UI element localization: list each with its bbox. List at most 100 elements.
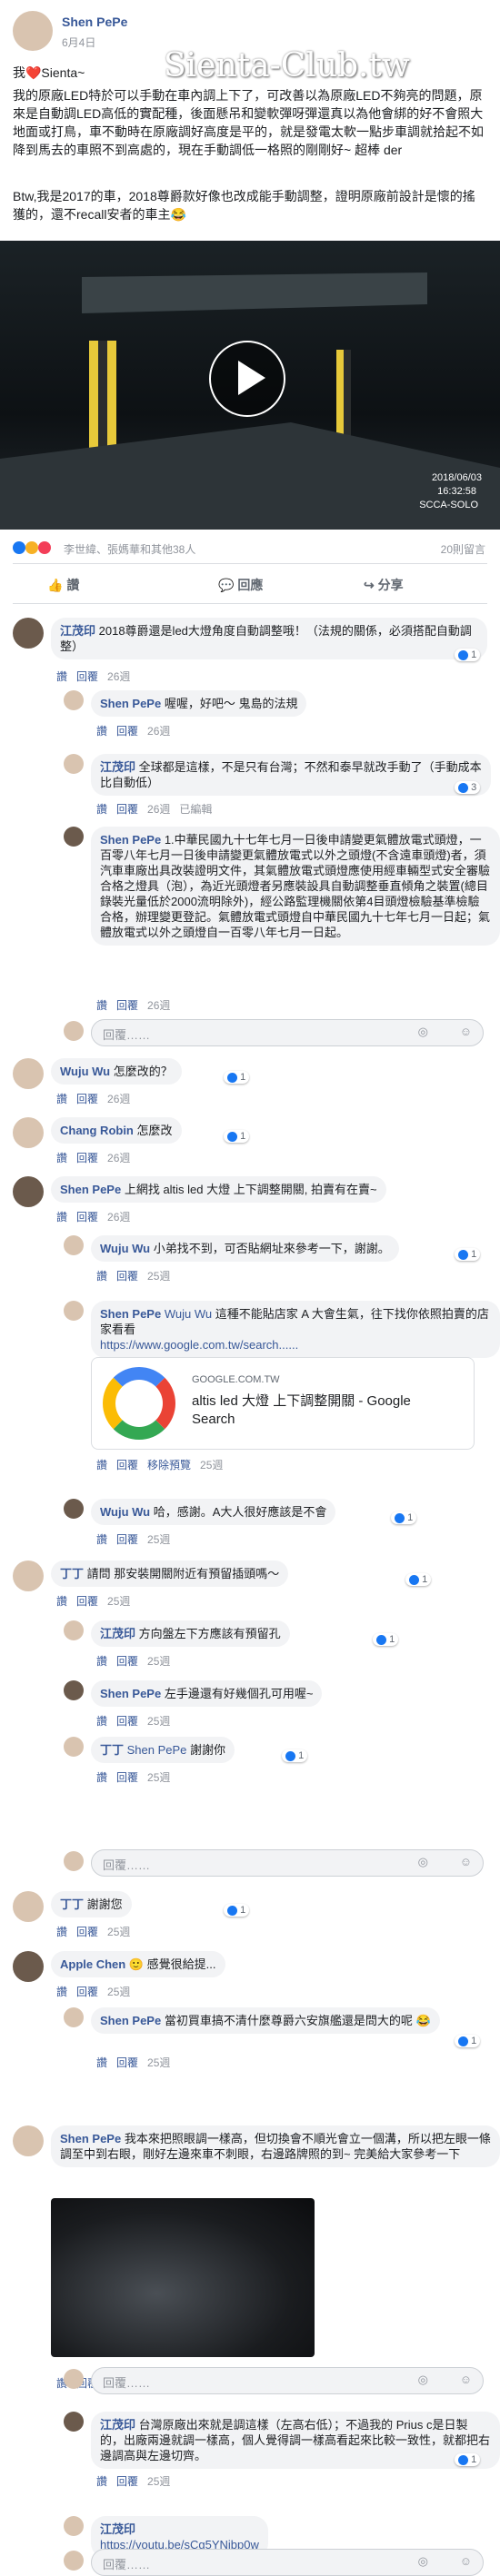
commenter-avatar[interactable] bbox=[13, 1951, 44, 1982]
comment-action-1[interactable]: 回覆 bbox=[116, 725, 138, 738]
comment-action-1[interactable]: 回覆 bbox=[76, 1093, 98, 1105]
comment-like-badge[interactable]: 1 bbox=[455, 2035, 481, 2047]
camera-icon[interactable]: ◎ bbox=[418, 2373, 428, 2387]
comment-button[interactable]: 💬 回應 bbox=[218, 576, 263, 594]
comment-action-0[interactable]: 讚 bbox=[96, 2475, 107, 2488]
comment-author[interactable]: Apple Chen bbox=[60, 1957, 125, 1971]
reply-input[interactable]: 回覆…… ◎ ☺ bbox=[91, 2367, 484, 2394]
comment-author[interactable]: Wuju Wu bbox=[60, 1065, 110, 1078]
comment-action-1[interactable]: 回覆 bbox=[116, 1655, 138, 1668]
comment-time[interactable]: 25週 bbox=[147, 1270, 170, 1283]
commenter-avatar[interactable] bbox=[13, 1891, 44, 1922]
comment-author[interactable]: Shen PePe bbox=[60, 2132, 121, 2145]
comment-action-1[interactable]: 回覆 bbox=[116, 1771, 138, 1784]
comment-like-badge[interactable]: 1 bbox=[224, 1071, 250, 1084]
comment-action-1[interactable]: 回覆 bbox=[76, 670, 98, 683]
comment-author[interactable]: Wuju Wu bbox=[100, 1242, 150, 1255]
commenter-avatar[interactable] bbox=[13, 2125, 44, 2156]
comment-mention[interactable]: Shen PePe bbox=[127, 1743, 187, 1757]
comment-action-1[interactable]: 回覆 bbox=[76, 1595, 98, 1608]
comment-action-0[interactable]: 讚 bbox=[96, 725, 107, 738]
comment-action-0[interactable]: 讚 bbox=[96, 1655, 107, 1668]
comment-like-badge[interactable]: 1 bbox=[455, 649, 481, 661]
comment-author[interactable]: 江茂印 bbox=[100, 2418, 135, 2432]
comment-author[interactable]: Shen PePe bbox=[100, 1307, 161, 1321]
comment-like-badge[interactable]: 1 bbox=[391, 1511, 417, 1524]
comment-action-1[interactable]: 回覆 bbox=[116, 999, 138, 1012]
comment-author[interactable]: 丁丁 bbox=[60, 1897, 84, 1911]
comment-action-0[interactable]: 讚 bbox=[56, 1211, 67, 1224]
comment-time[interactable]: 25週 bbox=[147, 1715, 170, 1728]
comment-action-0[interactable]: 讚 bbox=[96, 1270, 107, 1283]
reply-input[interactable]: 回覆…… ◎ ☺ bbox=[91, 1019, 484, 1046]
comment-time[interactable]: 25週 bbox=[147, 1533, 170, 1546]
commenter-avatar[interactable] bbox=[13, 1058, 44, 1089]
comment-action-1[interactable]: 回覆 bbox=[116, 1715, 138, 1728]
comment-link[interactable]: https://www.google.com.tw/search...... bbox=[100, 1338, 298, 1352]
link-preview-card[interactable]: GOOGLE.COM.TW altis led 大燈 上下調整開關 - Goog… bbox=[91, 1357, 475, 1450]
comment-like-badge[interactable]: 3 bbox=[455, 781, 481, 794]
commenter-avatar[interactable] bbox=[64, 690, 84, 710]
comment-time[interactable]: 25週 bbox=[107, 1986, 130, 1998]
comment-like-badge[interactable]: 1 bbox=[455, 2453, 481, 2466]
comment-like-badge[interactable]: 1 bbox=[455, 1248, 481, 1261]
camera-icon[interactable]: ◎ bbox=[418, 1025, 428, 1039]
comment-author[interactable]: Shen PePe bbox=[60, 1183, 121, 1196]
comment-author[interactable]: Shen PePe bbox=[100, 697, 161, 710]
comment-action-0[interactable]: 讚 bbox=[96, 1771, 107, 1784]
comment-action-0[interactable]: 讚 bbox=[96, 1715, 107, 1728]
sticker-icon[interactable]: ☺ bbox=[460, 2554, 472, 2568]
commenter-avatar[interactable] bbox=[64, 1680, 84, 1700]
comment-like-badge[interactable]: 1 bbox=[224, 1904, 250, 1917]
comment-action-1[interactable]: 回覆 bbox=[76, 1986, 98, 1998]
commenter-avatar[interactable] bbox=[13, 1560, 44, 1591]
commenter-avatar[interactable] bbox=[64, 827, 84, 847]
share-button[interactable]: ↪ 分享 bbox=[364, 576, 404, 594]
sticker-icon[interactable]: ☺ bbox=[460, 2373, 472, 2386]
commenter-avatar[interactable] bbox=[64, 1737, 84, 1757]
comment-action-1[interactable]: 回覆 bbox=[116, 2475, 138, 2488]
comment-time[interactable]: 25週 bbox=[107, 1926, 130, 1938]
comment-author[interactable]: Chang Robin bbox=[60, 1124, 134, 1137]
comment-action-1[interactable]: 回覆 bbox=[116, 803, 138, 816]
comment-like-badge[interactable]: 1 bbox=[282, 1749, 308, 1762]
commenter-avatar[interactable] bbox=[64, 1301, 84, 1321]
comment-time[interactable]: 26週 bbox=[147, 725, 170, 738]
comment-action-1[interactable]: 回覆 bbox=[76, 1152, 98, 1164]
commenter-avatar[interactable] bbox=[13, 618, 44, 649]
comment-time[interactable]: 26週 bbox=[107, 1093, 130, 1105]
camera-icon[interactable]: ◎ bbox=[418, 2554, 428, 2569]
comment-action-1[interactable]: 回覆 bbox=[76, 1926, 98, 1938]
comment-author[interactable]: 江茂印 bbox=[100, 2522, 135, 2536]
comment-count[interactable]: 20則留言 bbox=[441, 541, 485, 557]
comment-time[interactable]: 25週 bbox=[147, 1655, 170, 1668]
comment-action-0[interactable]: 讚 bbox=[56, 1595, 67, 1608]
commenter-avatar[interactable] bbox=[64, 2007, 84, 2027]
comment-time[interactable]: 25週 bbox=[200, 1459, 223, 1471]
comment-action-0[interactable]: 讚 bbox=[96, 999, 107, 1012]
comment-like-badge[interactable]: 1 bbox=[224, 1130, 250, 1143]
comment-author[interactable]: Shen PePe bbox=[100, 1687, 161, 1700]
commenter-avatar[interactable] bbox=[64, 1499, 84, 1519]
comment-action-1[interactable]: 回覆 bbox=[76, 1211, 98, 1224]
play-button[interactable] bbox=[209, 341, 285, 417]
comment-author[interactable]: 江茂印 bbox=[100, 1627, 135, 1640]
post-author-name[interactable]: Shen PePe bbox=[62, 15, 127, 29]
sticker-icon[interactable]: ☺ bbox=[460, 1855, 472, 1868]
comment-time[interactable]: 25週 bbox=[147, 2475, 170, 2488]
comment-time[interactable]: 26週 bbox=[107, 1211, 130, 1224]
commenter-avatar[interactable] bbox=[64, 1620, 84, 1640]
comment-author[interactable]: Shen PePe bbox=[100, 833, 161, 847]
comment-action-0[interactable]: 讚 bbox=[56, 1926, 67, 1938]
commenter-avatar[interactable] bbox=[64, 2516, 84, 2536]
camera-icon[interactable]: ◎ bbox=[418, 1855, 428, 1869]
comment-action-0[interactable]: 讚 bbox=[96, 1459, 107, 1471]
comment-photo[interactable] bbox=[51, 2198, 315, 2357]
comment-time[interactable]: 26週 bbox=[107, 1152, 130, 1164]
comment-action-0[interactable]: 讚 bbox=[56, 1986, 67, 1998]
comment-like-badge[interactable]: 1 bbox=[405, 1573, 432, 1586]
comment-action-0[interactable]: 讚 bbox=[56, 1093, 67, 1105]
comment-mention[interactable]: Wuju Wu bbox=[165, 1307, 212, 1321]
comment-author[interactable]: Wuju Wu bbox=[100, 1505, 150, 1519]
comment-action-0[interactable]: 讚 bbox=[56, 1152, 67, 1164]
